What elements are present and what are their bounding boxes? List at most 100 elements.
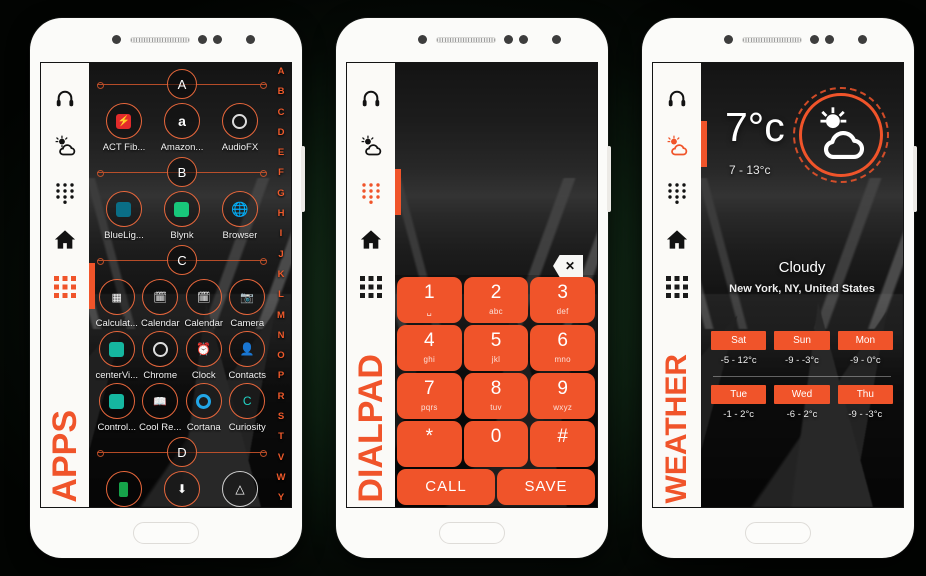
app-item[interactable]: 🗓 Calendar xyxy=(139,279,183,329)
app-item[interactable]: AudioFX xyxy=(211,103,269,153)
forecast-range: -6 - 2°c xyxy=(786,409,818,420)
key-4[interactable]: 4 ghi xyxy=(397,325,462,371)
forecast-cell[interactable]: Sun -9 - -3°c xyxy=(774,331,830,366)
apps-row: Device I... ⬇ Downlo... △ Drive xyxy=(95,471,269,507)
app-item[interactable]: a Amazon... xyxy=(153,103,211,153)
index-letter[interactable]: I xyxy=(280,229,283,239)
sidebar-item-music[interactable] xyxy=(653,75,701,122)
index-letter[interactable]: C xyxy=(278,108,285,118)
app-item[interactable]: 🗓 Calendar xyxy=(182,279,226,329)
sidebar-item-home[interactable] xyxy=(653,216,701,263)
index-letter[interactable]: N xyxy=(278,331,285,341)
index-letter[interactable]: T xyxy=(278,432,284,442)
index-letter[interactable]: O xyxy=(277,351,284,361)
index-letter[interactable]: P xyxy=(278,371,284,381)
index-letter[interactable]: J xyxy=(278,250,283,260)
app-item[interactable]: 👤 Contacts xyxy=(226,331,270,381)
sidebar-item-weather[interactable] xyxy=(41,122,89,169)
number-display-area[interactable] xyxy=(395,63,597,275)
index-letter[interactable]: S xyxy=(278,412,284,422)
index-letter[interactable]: D xyxy=(278,128,285,138)
app-item[interactable]: ⬇ Downlo... xyxy=(153,471,211,507)
partly-cloudy-icon xyxy=(820,107,865,159)
key-5[interactable]: 5 jkl xyxy=(463,325,529,371)
app-item[interactable]: △ Drive xyxy=(211,471,269,507)
index-letter[interactable]: M xyxy=(277,311,285,321)
contacts-icon: 👤 xyxy=(229,331,266,367)
app-item[interactable]: Device I... xyxy=(95,471,153,507)
sidebar-item-home[interactable] xyxy=(347,216,395,263)
key-hash[interactable]: # xyxy=(530,421,596,467)
app-item[interactable]: Control... xyxy=(95,383,139,433)
key-9[interactable]: 9 wxyz xyxy=(530,373,596,419)
index-letter[interactable]: H xyxy=(278,209,285,219)
sidebar-item-weather[interactable] xyxy=(653,122,701,169)
key-8[interactable]: 8 tuv xyxy=(463,373,529,419)
power-button[interactable] xyxy=(607,146,611,212)
save-button[interactable]: SAVE xyxy=(497,469,595,505)
home-button[interactable] xyxy=(133,522,199,544)
section-letter: D xyxy=(167,437,197,467)
app-drawer-list[interactable]: A ⚡ ACT Fib... a Amazon... AudioFX B Blu… xyxy=(89,63,291,507)
app-item[interactable]: 📖 Cool Re... xyxy=(139,383,183,433)
section-header-b: B xyxy=(95,155,269,189)
sidebar-item-dialpad[interactable] xyxy=(347,169,395,216)
index-letter[interactable]: V xyxy=(278,453,284,463)
index-letter[interactable]: Y xyxy=(278,493,284,503)
sidebar-item-music[interactable] xyxy=(41,75,89,122)
forecast-cell[interactable]: Wed -6 - 2°c xyxy=(774,385,830,420)
app-item[interactable]: 📷 Camera xyxy=(226,279,270,329)
key-7[interactable]: 7 pqrs xyxy=(397,373,462,419)
alphabet-index[interactable]: A B C D E F G H I J K L M N O P R S T V xyxy=(273,65,289,505)
apps-screen: APPS A ⚡ ACT Fib... a Amazon... AudioFX … xyxy=(40,62,292,508)
blynk-icon xyxy=(163,191,200,227)
forecast-cell[interactable]: Mon -9 - 0°c xyxy=(837,331,893,366)
sidebar-item-weather[interactable] xyxy=(347,122,395,169)
sidebar-item-home[interactable] xyxy=(41,216,89,263)
index-letter[interactable]: W xyxy=(277,473,286,483)
app-item[interactable]: ⏰ Clock xyxy=(182,331,226,381)
app-item[interactable]: ▦ Calculat... xyxy=(95,279,139,329)
app-item[interactable]: 🌐 Browser xyxy=(211,191,269,241)
headphones-icon xyxy=(362,90,380,106)
call-button[interactable]: CALL xyxy=(397,469,495,505)
index-letter[interactable]: R xyxy=(278,392,285,402)
power-button[interactable] xyxy=(913,146,917,212)
app-item[interactable]: centerVi... xyxy=(95,331,139,381)
key-star[interactable]: * xyxy=(397,421,462,467)
power-button[interactable] xyxy=(301,146,305,212)
home-button[interactable] xyxy=(439,522,505,544)
index-letter[interactable]: E xyxy=(278,148,284,158)
app-item[interactable]: ⚡ ACT Fib... xyxy=(95,103,153,153)
phone-weather: WEATHER 7°c 7 - 13°c Cloudy New York, NY… xyxy=(642,18,917,558)
index-letter[interactable]: G xyxy=(277,189,284,199)
app-item[interactable]: BlueLig... xyxy=(95,191,153,241)
app-item[interactable]: C Curiosity xyxy=(226,383,270,433)
led-indicator-icon xyxy=(552,35,561,44)
key-0[interactable]: 0 xyxy=(463,421,529,467)
key-2[interactable]: 2 abc xyxy=(463,277,529,323)
camera-icon: 📷 xyxy=(229,279,266,315)
forecast-cell[interactable]: Thu -9 - -3°c xyxy=(837,385,893,420)
sidebar-item-dialpad[interactable] xyxy=(653,169,701,216)
sidebar-item-music[interactable] xyxy=(347,75,395,122)
forecast-cell[interactable]: Sat -5 - 12°c xyxy=(711,331,767,366)
app-item[interactable]: Chrome xyxy=(139,331,183,381)
app-item[interactable]: Blynk xyxy=(153,191,211,241)
key-1[interactable]: 1 ␣ xyxy=(397,277,462,323)
sidebar-item-dialpad[interactable] xyxy=(41,169,89,216)
index-letter[interactable]: L xyxy=(278,290,284,300)
centerview-icon xyxy=(98,331,135,367)
forecast-cell[interactable]: Tue -1 - 2°c xyxy=(711,385,767,420)
key-6[interactable]: 6 mno xyxy=(530,325,596,371)
index-letter[interactable]: B xyxy=(278,87,285,97)
index-letter[interactable]: A xyxy=(278,67,285,77)
home-button[interactable] xyxy=(745,522,811,544)
index-letter[interactable]: F xyxy=(278,168,284,178)
bluelight-icon xyxy=(105,191,142,227)
section-letter: A xyxy=(167,69,197,99)
key-3[interactable]: 3 def xyxy=(530,277,596,323)
app-item[interactable]: Cortana xyxy=(182,383,226,433)
index-letter[interactable]: K xyxy=(278,270,285,280)
home-icon xyxy=(360,230,382,249)
